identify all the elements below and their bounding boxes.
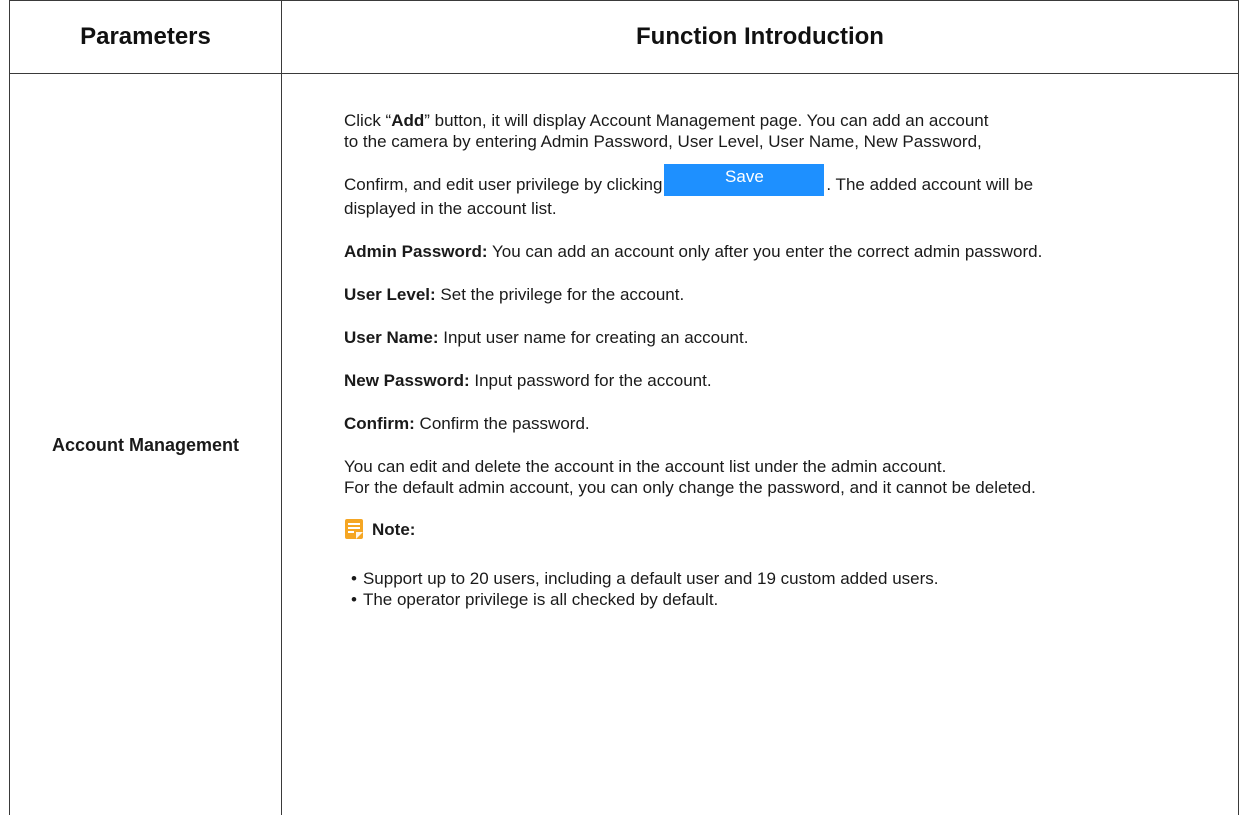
- intro-paragraph: Click “Add” button, it will display Acco…: [344, 110, 1214, 152]
- edit-text: For the default admin account, you can o…: [344, 478, 1036, 497]
- list-item: Support up to 20 users, including a defa…: [351, 568, 1214, 589]
- intro-text: displayed in the account list.: [344, 199, 557, 218]
- field-label: Admin Password:: [344, 242, 488, 261]
- field-text: You can add an account only after you en…: [487, 242, 1043, 261]
- table-header-row: Parameters Function Introduction: [10, 1, 1238, 74]
- header-parameters: Parameters: [80, 23, 211, 50]
- field-text: Set the privilege for the account.: [435, 285, 685, 304]
- note-label: Note:: [372, 519, 416, 539]
- field-user-name: User Name: Input user name for creating …: [344, 327, 1214, 348]
- intro-text: to the camera by entering Admin Password…: [344, 132, 982, 151]
- field-admin-password: Admin Password: You can add an account o…: [344, 241, 1214, 262]
- intro-text: Click “: [344, 111, 392, 130]
- edit-text: You can edit and delete the account in t…: [344, 457, 947, 476]
- field-confirm: Confirm: Confirm the password.: [344, 413, 1214, 434]
- add-keyword: Add: [391, 111, 425, 130]
- list-item: The operator privilege is all checked by…: [351, 589, 1214, 610]
- field-text: Input password for the account.: [469, 371, 712, 390]
- edit-paragraph: You can edit and delete the account in t…: [344, 456, 1214, 498]
- intro-text: Confirm, and edit user privilege by clic…: [344, 174, 663, 194]
- note-icon: [345, 519, 363, 539]
- save-button[interactable]: Save: [664, 164, 825, 196]
- intro-text: . The added account will be: [826, 174, 1034, 194]
- function-description: Click “Add” button, it will display Acco…: [344, 110, 1214, 610]
- intro-save-line: Confirm, and edit user privilege by clic…: [344, 164, 1214, 198]
- column-divider: [281, 1, 282, 815]
- parameter-name: Account Management: [51, 434, 240, 455]
- field-text: Confirm the password.: [414, 414, 590, 433]
- field-label: User Level:: [344, 285, 436, 304]
- note-heading: Note:: [344, 518, 1214, 540]
- field-user-level: User Level: Set the privilege for the ac…: [344, 284, 1214, 305]
- note-list: Support up to 20 users, including a defa…: [344, 568, 1214, 610]
- header-function-introduction: Function Introduction: [636, 23, 884, 50]
- field-label: User Name:: [344, 328, 439, 347]
- field-text: Input user name for creating an account.: [438, 328, 749, 347]
- field-label: Confirm:: [344, 414, 415, 433]
- field-new-password: New Password: Input password for the acc…: [344, 370, 1214, 391]
- intro-text: ” button, it will display Account Manage…: [424, 111, 989, 130]
- field-label: New Password:: [344, 371, 470, 390]
